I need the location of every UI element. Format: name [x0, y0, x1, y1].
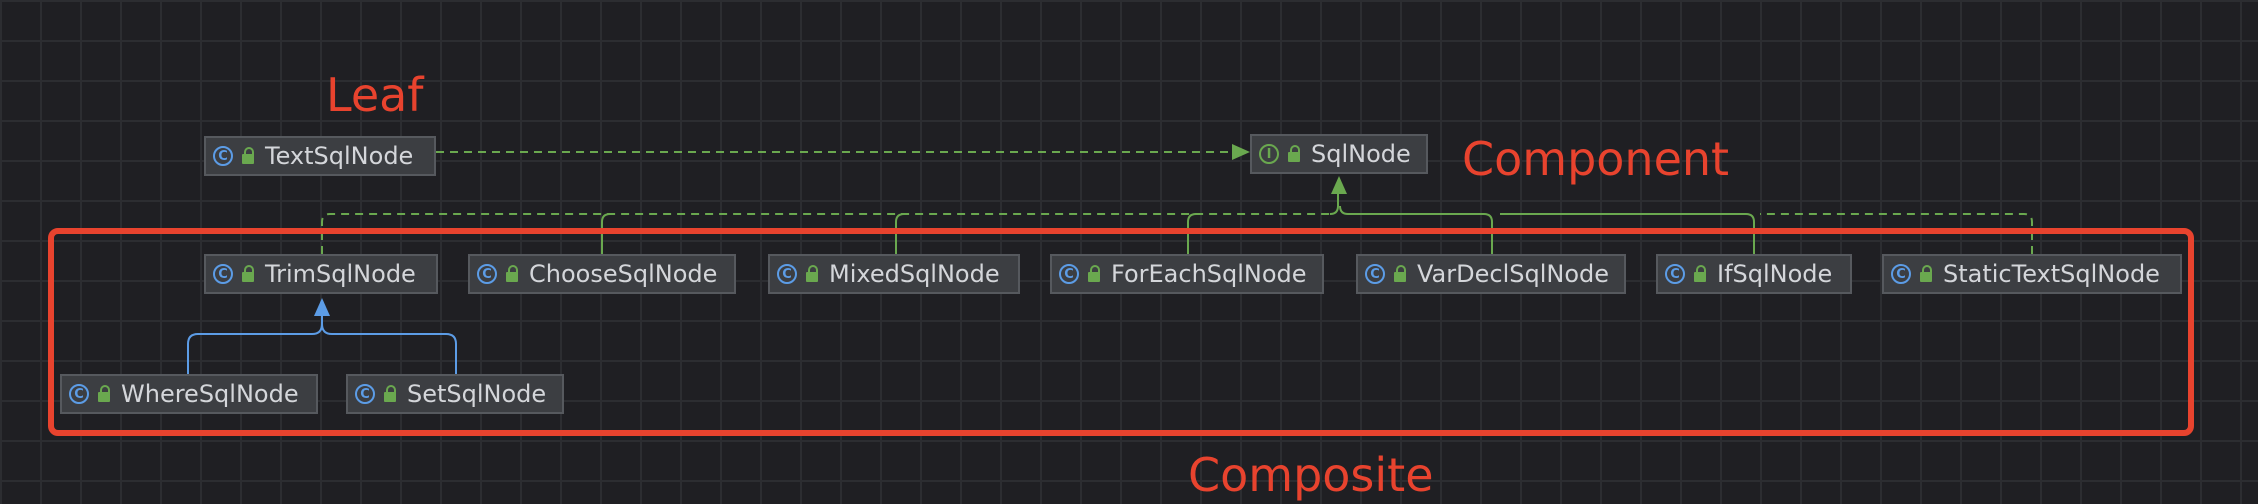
public-lock-icon — [1287, 145, 1301, 163]
node-icons: C — [777, 264, 819, 284]
public-lock-icon — [241, 147, 255, 165]
node-icons: C — [1891, 264, 1933, 284]
arrow-head-sqlnode-left — [1232, 144, 1250, 160]
edge-trunk-to-sqlnode — [1329, 192, 1349, 215]
public-lock-icon — [1393, 265, 1407, 283]
node-icons: C — [69, 384, 111, 404]
node-label: ChooseSqlNode — [529, 260, 718, 288]
node-icons: C — [355, 384, 397, 404]
class-icon: C — [213, 146, 233, 166]
class-icon: C — [1665, 264, 1685, 284]
node-icons: C — [1365, 264, 1407, 284]
class-icon: C — [777, 264, 797, 284]
node-icons: C — [213, 264, 255, 284]
node-icons: C — [1059, 264, 1101, 284]
class-icon: C — [213, 264, 233, 284]
public-lock-icon — [383, 385, 397, 403]
node-label: VarDeclSqlNode — [1417, 260, 1610, 288]
node-label: TrimSqlNode — [265, 260, 416, 288]
class-icon: C — [69, 384, 89, 404]
node-label: ForEachSqlNode — [1111, 260, 1307, 288]
static-text-sql-node[interactable]: C StaticTextSqlNode — [1882, 254, 2182, 294]
if-sql-node[interactable]: C IfSqlNode — [1656, 254, 1852, 294]
component-annotation: Component — [1462, 132, 1730, 186]
public-lock-icon — [97, 385, 111, 403]
leaf-annotation: Leaf — [326, 68, 424, 122]
public-lock-icon — [1693, 265, 1707, 283]
where-sql-node[interactable]: C WhereSqlNode — [60, 374, 318, 414]
var-decl-sql-node[interactable]: C VarDeclSqlNode — [1356, 254, 1626, 294]
composite-annotation: Composite — [1188, 448, 1434, 502]
class-icon: C — [1365, 264, 1385, 284]
sql-node[interactable]: I SqlNode — [1250, 134, 1428, 174]
class-icon: C — [355, 384, 375, 404]
class-icon: C — [477, 264, 497, 284]
public-lock-icon — [241, 265, 255, 283]
text-sql-node[interactable]: C TextSqlNode — [204, 136, 436, 176]
public-lock-icon — [505, 265, 519, 283]
uml-diagram-canvas: C TextSqlNode I SqlNode C TrimSqlNode C … — [0, 0, 2258, 504]
public-lock-icon — [1087, 265, 1101, 283]
for-each-sql-node[interactable]: C ForEachSqlNode — [1050, 254, 1324, 294]
node-label: StaticTextSqlNode — [1943, 260, 2160, 288]
set-sql-node[interactable]: C SetSqlNode — [346, 374, 564, 414]
node-label: SetSqlNode — [407, 380, 547, 408]
node-icons: C — [477, 264, 519, 284]
node-label: WhereSqlNode — [121, 380, 299, 408]
class-icon: C — [1891, 264, 1911, 284]
node-icons: C — [1665, 264, 1707, 284]
interface-icon: I — [1259, 144, 1279, 164]
class-icon: C — [1059, 264, 1079, 284]
mixed-sql-node[interactable]: C MixedSqlNode — [768, 254, 1020, 294]
arrow-head-sqlnode-up — [1331, 176, 1347, 194]
trim-sql-node[interactable]: C TrimSqlNode — [204, 254, 438, 294]
node-icons: C — [213, 146, 255, 166]
node-label: TextSqlNode — [265, 142, 414, 170]
public-lock-icon — [805, 265, 819, 283]
node-label: MixedSqlNode — [829, 260, 1000, 288]
node-label: IfSqlNode — [1717, 260, 1833, 288]
choose-sql-node[interactable]: C ChooseSqlNode — [468, 254, 736, 294]
node-label: SqlNode — [1311, 140, 1411, 168]
public-lock-icon — [1919, 265, 1933, 283]
node-icons: I — [1259, 144, 1301, 164]
